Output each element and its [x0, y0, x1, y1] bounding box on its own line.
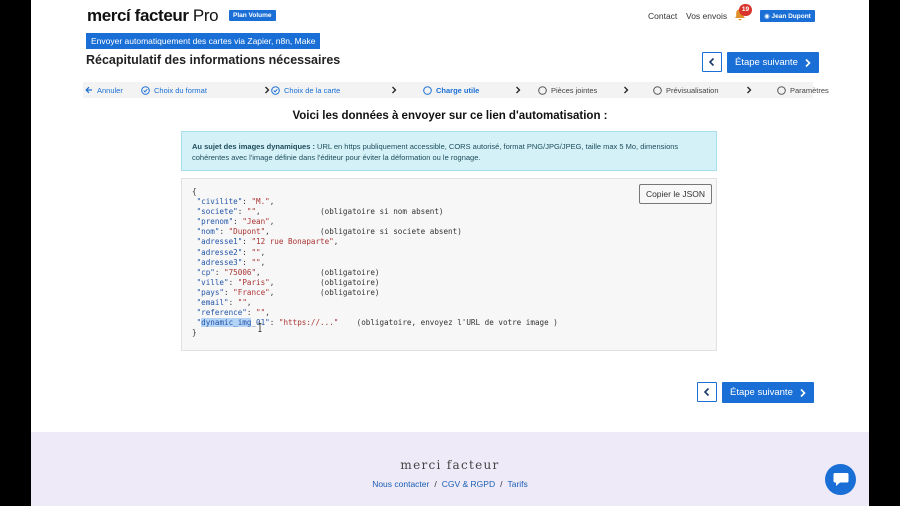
- arrow-left-icon: [85, 86, 92, 94]
- next-step-label: Étape suivante: [735, 57, 798, 68]
- step-settings[interactable]: Paramètres: [777, 82, 829, 98]
- footer-links: Nous contacter / CGV & RGPD / Tarifs: [31, 479, 869, 489]
- chevron-left-icon: [708, 57, 715, 67]
- check-circle-icon: [141, 85, 150, 95]
- chevron-right-icon: [805, 58, 811, 67]
- user-menu-button[interactable]: ◉ Jean Dupont: [760, 10, 815, 22]
- footer-logo[interactable]: merci facteur: [31, 458, 869, 472]
- step-label: Choix de la carte: [284, 85, 341, 95]
- chevron-right-icon: [800, 388, 806, 397]
- step-label: Prévisualisation: [666, 85, 719, 95]
- json-code[interactable]: { "civilite": "M.", "societe": "", (obli…: [192, 187, 558, 338]
- step-attachments[interactable]: Pièces jointes: [538, 82, 597, 98]
- plan-badge: Plan Volume: [229, 10, 276, 21]
- app-window: mercí facteur Pro Plan Volume Contact Vo…: [31, 0, 869, 506]
- text-cursor-icon: [258, 323, 262, 332]
- separator: /: [434, 479, 437, 489]
- next-step-button-top[interactable]: Étape suivante: [727, 52, 819, 73]
- automation-banner: Envoyer automatiquement des cartes via Z…: [86, 33, 321, 49]
- next-step-label: Étape suivante: [730, 387, 793, 398]
- step-label: Pièces jointes: [551, 85, 598, 95]
- contact-link[interactable]: Contact: [648, 11, 677, 21]
- chevron-right-icon: [392, 86, 397, 94]
- step-label: Choix du format: [154, 85, 207, 95]
- check-circle-icon: [271, 85, 280, 95]
- terms-link[interactable]: CGV & RGPD: [442, 479, 495, 489]
- user-name: Jean Dupont: [771, 13, 811, 20]
- chat-bubble-icon: [833, 473, 848, 486]
- copy-json-button[interactable]: Copier le JSON: [638, 184, 712, 204]
- step-label: Charge utile: [436, 85, 480, 95]
- step-preview[interactable]: Prévisualisation: [653, 82, 719, 98]
- contact-us-link[interactable]: Nous contacter: [372, 479, 429, 489]
- step-format[interactable]: Choix du format: [141, 82, 207, 98]
- previous-step-button-bottom[interactable]: [697, 382, 717, 402]
- previous-step-button-top[interactable]: [702, 52, 722, 72]
- cancel-step-link[interactable]: Annuler: [85, 82, 123, 98]
- next-step-button-bottom[interactable]: Étape suivante: [722, 382, 814, 403]
- circle-icon: [538, 85, 547, 95]
- step-payload[interactable]: Charge utile: [423, 82, 479, 98]
- stepper: Annuler Choix du format Choix de la cart…: [83, 82, 829, 98]
- section-heading: Voici les données à envoyer sur ce lien …: [292, 110, 608, 122]
- footer: merci facteur Nous contacter / CGV & RGPD /…: [31, 432, 869, 506]
- cancel-label: Annuler: [97, 85, 123, 95]
- dynamic-images-info: Au sujet des images dynamiques : URL en …: [181, 131, 717, 171]
- notification-count-badge: 19: [739, 4, 752, 16]
- info-title: Au sujet des images dynamiques :: [192, 142, 315, 151]
- page-title: Récapitulatif des informations nécessair…: [86, 53, 341, 67]
- step-label: Paramètres: [790, 85, 829, 95]
- pricing-link[interactable]: Tarifs: [507, 479, 527, 489]
- chat-button[interactable]: [825, 464, 856, 495]
- circle-icon: [653, 85, 662, 95]
- chevron-right-icon: [516, 86, 521, 94]
- circle-icon: [423, 85, 432, 95]
- user-icon: ◉: [764, 13, 770, 20]
- my-sends-link[interactable]: Vos envois: [686, 11, 727, 21]
- step-card[interactable]: Choix de la carte: [265, 82, 340, 98]
- circle-icon: [777, 85, 786, 95]
- chevron-right-icon: [624, 86, 629, 94]
- chevron-left-icon: [703, 387, 710, 397]
- chevron-right-icon: [747, 86, 752, 94]
- separator: /: [500, 479, 503, 489]
- logo[interactable]: mercí facteur Pro: [87, 6, 219, 26]
